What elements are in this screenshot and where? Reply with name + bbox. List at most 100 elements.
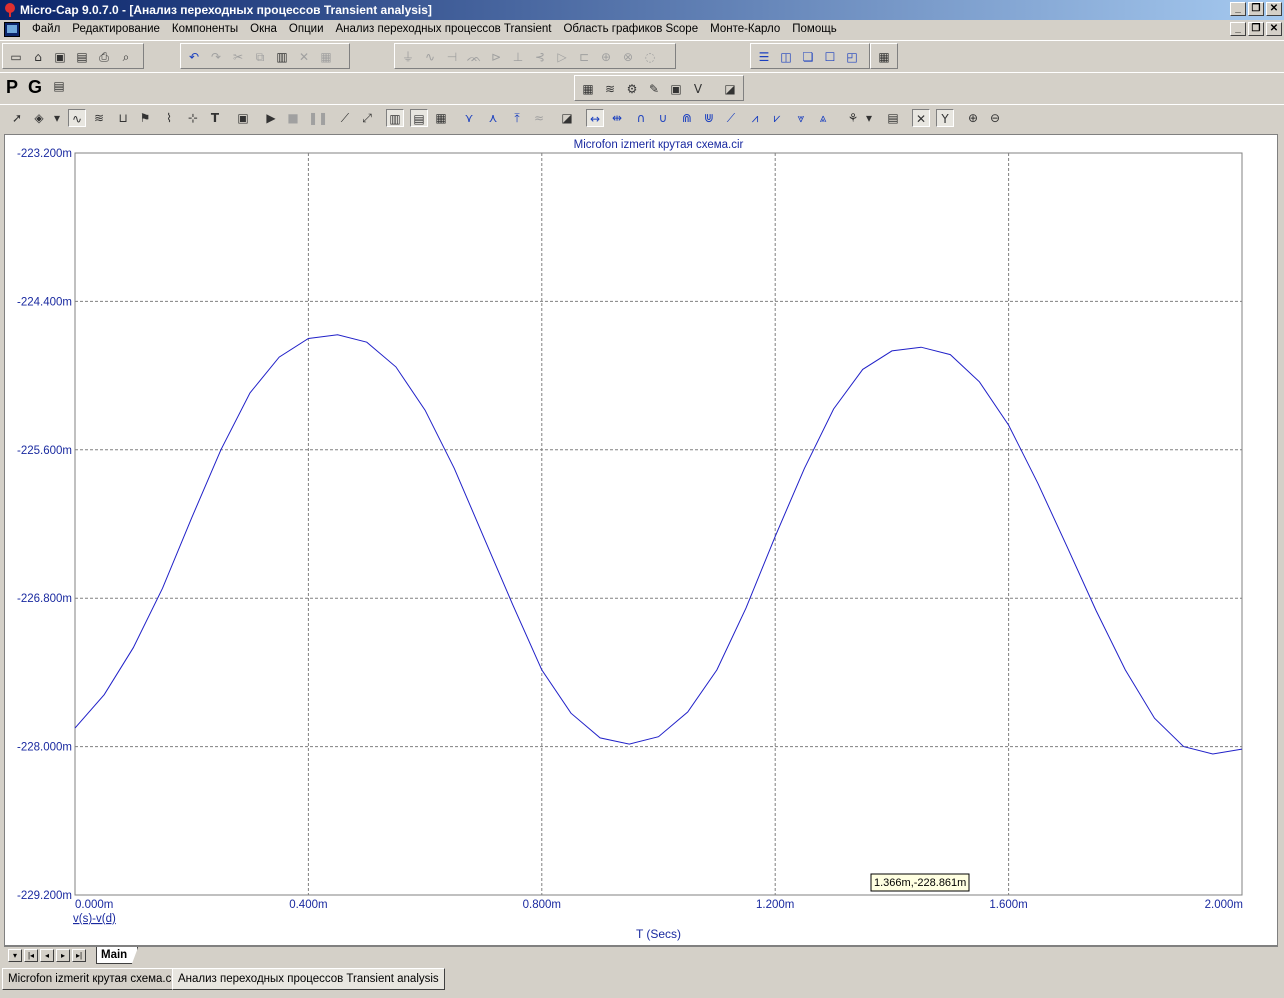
- undo-icon[interactable]: ↶: [185, 48, 203, 66]
- scale-icon[interactable]: ◪: [558, 109, 576, 127]
- inflection-icon[interactable]: ⟋: [722, 109, 740, 127]
- cursor-left-icon[interactable]: ↔: [586, 109, 604, 127]
- cursor-right-icon[interactable]: ⇹: [608, 109, 626, 127]
- line-tool-icon[interactable]: ⟋: [336, 109, 354, 127]
- menu-components[interactable]: Компоненты: [166, 23, 244, 35]
- cascade-icon[interactable]: ❏: [799, 48, 817, 66]
- scope-plot-area[interactable]: -223.200m -224.400m -225.600m -226.800m -228…: [4, 134, 1278, 946]
- select-mode-icon[interactable]: ➚: [8, 109, 26, 127]
- x-axis-label-icon[interactable]: ✕: [912, 109, 930, 127]
- global-high-icon[interactable]: ⋒: [678, 109, 696, 127]
- new-file-icon[interactable]: ▭: [7, 48, 25, 66]
- restore-button[interactable]: ❐: [1248, 2, 1264, 16]
- tokens-dropdown-icon[interactable]: ▾: [864, 109, 874, 127]
- first-page-icon[interactable]: |◂: [24, 949, 38, 962]
- text-mode-icon[interactable]: T: [206, 109, 224, 127]
- transient-chart[interactable]: -223.200m -224.400m -225.600m -226.800m -228…: [5, 135, 1277, 945]
- next-peak-icon[interactable]: ∩: [632, 109, 650, 127]
- menu-transient[interactable]: Анализ переходных процессов Transient: [330, 23, 558, 35]
- calculator-icon[interactable]: ▦: [875, 48, 893, 66]
- point-mode-icon[interactable]: ⌇: [160, 109, 178, 127]
- graph-mode-icon[interactable]: ∿: [68, 109, 86, 127]
- high-icon[interactable]: ⤒: [508, 109, 526, 127]
- battery-icon[interactable]: ⊥: [509, 48, 527, 66]
- doctab-circuit[interactable]: Microfon izmerit крутая схема.cir: [2, 968, 184, 990]
- mdi-close-button[interactable]: ✕: [1266, 22, 1282, 36]
- cut-icon[interactable]: ✂: [229, 48, 247, 66]
- probe-icon[interactable]: ◌: [641, 48, 659, 66]
- source-icon[interactable]: ⊕: [597, 48, 615, 66]
- flag-mode-icon[interactable]: ⚑: [136, 109, 154, 127]
- doctab-transient[interactable]: Анализ переходных процессов Transient an…: [172, 968, 445, 990]
- tile-vertical-icon[interactable]: ◫: [777, 48, 795, 66]
- delete-icon[interactable]: ✕: [295, 48, 313, 66]
- zoom-in-icon[interactable]: ⊕: [964, 109, 982, 127]
- next-valley-icon[interactable]: ∪: [654, 109, 672, 127]
- menu-windows[interactable]: Окна: [244, 23, 283, 35]
- prev-page-icon[interactable]: ◂: [40, 949, 54, 962]
- paste-icon[interactable]: ▥: [273, 48, 291, 66]
- stop-icon[interactable]: ■: [284, 109, 302, 127]
- tab-main[interactable]: Main: [96, 947, 139, 964]
- fft-window-icon[interactable]: ◪: [721, 80, 739, 98]
- document-icon[interactable]: [4, 22, 20, 37]
- menu-edit[interactable]: Редактирование: [66, 23, 166, 35]
- resistor-icon[interactable]: ∿: [421, 48, 439, 66]
- p-button[interactable]: P: [6, 77, 18, 98]
- print-icon[interactable]: ⎙: [95, 48, 113, 66]
- grid-fine-icon[interactable]: ▥: [386, 109, 404, 127]
- state-variables-icon[interactable]: ▣: [667, 80, 685, 98]
- select-all-icon[interactable]: ▦: [317, 48, 335, 66]
- bottom-icon[interactable]: ⩓: [814, 109, 832, 127]
- run-icon[interactable]: ▶: [262, 109, 280, 127]
- capacitor-icon[interactable]: ⊣: [443, 48, 461, 66]
- menu-help[interactable]: Помощь: [786, 23, 842, 35]
- tab-menu-icon[interactable]: ▾: [8, 949, 22, 962]
- inductor-icon[interactable]: ᨏ: [465, 48, 483, 66]
- split-window-icon[interactable]: ◰: [843, 48, 861, 66]
- opamp-icon[interactable]: ▷: [553, 48, 571, 66]
- pause-icon[interactable]: ❚❚: [308, 109, 328, 127]
- table-view-icon[interactable]: ▤: [50, 77, 68, 95]
- stepping-icon[interactable]: ⚙: [623, 80, 641, 98]
- tokens-icon[interactable]: ⚘: [844, 109, 862, 127]
- tile-horizontal-icon[interactable]: ☰: [755, 48, 773, 66]
- vd-icon[interactable]: V: [689, 80, 707, 98]
- global-low-icon[interactable]: ⋓: [700, 109, 718, 127]
- grid-coarse-icon[interactable]: ▦: [432, 109, 450, 127]
- wave-mode-icon[interactable]: ≋: [90, 109, 108, 127]
- menu-options[interactable]: Опции: [283, 23, 330, 35]
- valley-icon[interactable]: ⋏: [484, 109, 502, 127]
- dropdown-arrow-icon[interactable]: ▾: [52, 109, 62, 127]
- minimize-button[interactable]: _: [1230, 2, 1246, 16]
- maximize-window-icon[interactable]: ☐: [821, 48, 839, 66]
- arrow-tool-icon[interactable]: ⤢: [358, 109, 376, 127]
- switch-icon[interactable]: ⊏: [575, 48, 593, 66]
- y-axis-label-icon[interactable]: Y: [936, 109, 954, 127]
- open-folder-icon[interactable]: ⌂: [29, 48, 47, 66]
- optimize-icon[interactable]: ✎: [645, 80, 663, 98]
- low-icon[interactable]: ≈: [530, 109, 548, 127]
- save-all-icon[interactable]: ▤: [73, 48, 91, 66]
- properties-icon[interactable]: ▣: [234, 109, 252, 127]
- bracket-mode-icon[interactable]: ⊔: [114, 109, 132, 127]
- current-source-icon[interactable]: ⊗: [619, 48, 637, 66]
- transistor-icon[interactable]: ⊰: [531, 48, 549, 66]
- top-icon[interactable]: ⩔: [792, 109, 810, 127]
- next-page-icon[interactable]: ▸: [56, 949, 70, 962]
- tag-mode-icon[interactable]: ⊹: [184, 109, 202, 127]
- zoom-out-icon[interactable]: ⊖: [986, 109, 1004, 127]
- waveform-icon[interactable]: ≋: [601, 80, 619, 98]
- component-mode-icon[interactable]: ◈: [30, 109, 48, 127]
- menu-scope[interactable]: Область графиков Scope: [557, 23, 704, 35]
- data-table-icon[interactable]: ▤: [884, 109, 902, 127]
- waveform-trace[interactable]: [74, 334, 1243, 755]
- g-button[interactable]: G: [28, 77, 42, 98]
- mdi-restore-button[interactable]: ❐: [1248, 22, 1264, 36]
- global-min-icon[interactable]: ⩗: [768, 109, 786, 127]
- close-button[interactable]: ✕: [1266, 2, 1282, 16]
- mdi-minimize-button[interactable]: _: [1230, 22, 1246, 36]
- trace-expression-label[interactable]: v(s)-v(d): [73, 913, 116, 925]
- last-page-icon[interactable]: ▸|: [72, 949, 86, 962]
- menu-monte-carlo[interactable]: Монте-Карло: [704, 23, 786, 35]
